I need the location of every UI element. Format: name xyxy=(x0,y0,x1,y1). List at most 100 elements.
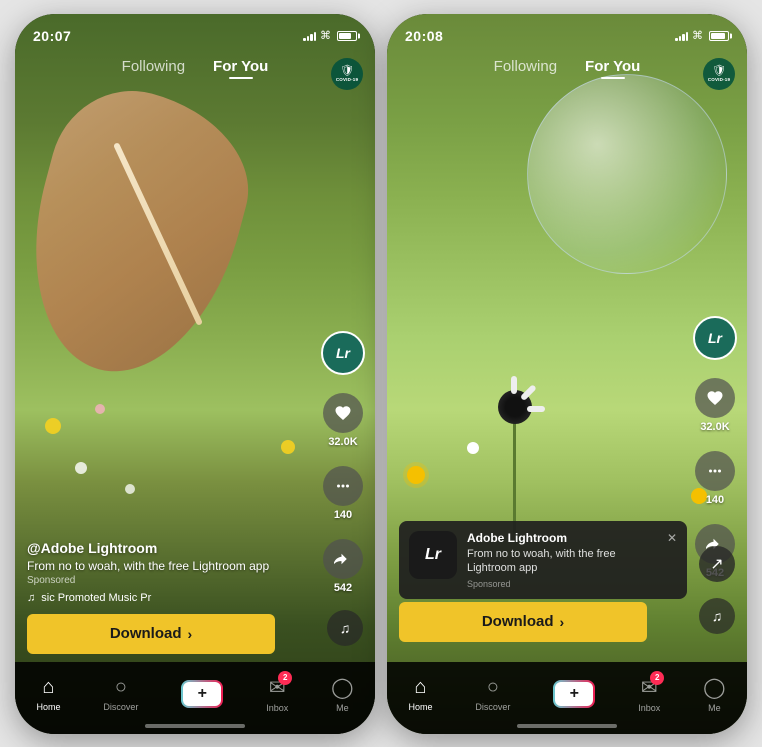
music-disc-1[interactable]: ♫ xyxy=(327,610,363,646)
tab-foryou-2[interactable]: For You xyxy=(585,58,640,75)
nav-me-2[interactable]: ◯ Me xyxy=(703,675,725,713)
signal-bar-2 xyxy=(307,36,310,41)
home-indicator-1 xyxy=(145,724,245,728)
popup-title-2: Adobe Lightroom xyxy=(467,531,657,545)
status-time-2: 20:08 xyxy=(405,28,443,44)
bottom-info-1: @Adobe Lightroom From no to woah, with t… xyxy=(27,540,315,604)
nav-tabs-2: Following For You xyxy=(387,58,747,75)
nav-create-1[interactable]: + xyxy=(181,680,223,708)
nav-discover-2[interactable]: ○ Discover xyxy=(475,676,510,712)
download-btn-text-1: Download xyxy=(110,625,182,642)
heart-icon-1 xyxy=(323,393,363,433)
shield-icon-2: 🛡 xyxy=(712,66,726,77)
nav-inbox-1[interactable]: ✉ 2 Inbox xyxy=(266,675,288,713)
covid-badge-1[interactable]: 🛡 COVID-19 xyxy=(331,58,363,90)
me-icon-2: ◯ xyxy=(703,675,725,700)
comment-button-2[interactable]: 140 xyxy=(695,451,735,506)
username-1[interactable]: @Adobe Lightroom xyxy=(27,540,315,556)
popup-content-2: Adobe Lightroom From no to woah, with th… xyxy=(467,531,657,589)
comment-icon-1 xyxy=(323,466,363,506)
action-bar-2: Lr 32.0K 140 542 xyxy=(693,316,737,579)
like-button-1[interactable]: 32.0K xyxy=(323,393,363,448)
inbox-badge-dot-1: 2 xyxy=(278,671,292,685)
nav-home-1[interactable]: ⌂ Home xyxy=(36,676,60,712)
inbox-label-1: Inbox xyxy=(266,703,288,713)
comment-button-1[interactable]: 140 xyxy=(323,466,363,521)
yellow-flower-left xyxy=(407,466,425,484)
download-button-1[interactable]: Download › xyxy=(27,614,275,654)
signal-bar-2-2 xyxy=(679,36,682,41)
phone-2: 20:08 ⌘ Following For You 🛡 CO xyxy=(387,14,747,734)
white-flower-2 xyxy=(467,442,479,454)
popup-close-button-2[interactable]: ✕ xyxy=(667,531,677,545)
inbox-badge-dot-2: 2 xyxy=(650,671,664,685)
avatar-label-1: Lr xyxy=(336,345,350,361)
phone-1: 20:07 ⌘ Following For You 🛡 CO xyxy=(15,14,375,734)
comment-count-1: 140 xyxy=(334,509,352,521)
inbox-label-2: Inbox xyxy=(638,703,660,713)
discover-label-2: Discover xyxy=(475,702,510,712)
battery-fill-2 xyxy=(711,33,725,39)
status-icons-1: ⌘ xyxy=(303,29,357,42)
petal-1 xyxy=(511,376,517,394)
covid-text-2: COVID-19 xyxy=(708,77,730,82)
nav-inbox-2[interactable]: ✉ 2 Inbox xyxy=(638,675,660,713)
home-icon-2: ⌂ xyxy=(414,676,426,699)
tab-following-1[interactable]: Following xyxy=(122,58,185,75)
discover-icon-1: ○ xyxy=(115,676,127,699)
flower-white-2 xyxy=(125,484,135,494)
nav-create-2[interactable]: + xyxy=(553,680,595,708)
music-disc-icon-1: ♫ xyxy=(340,620,351,636)
plus-icon-2: + xyxy=(570,685,579,703)
music-disc-2[interactable]: ♫ xyxy=(699,598,735,634)
nav-tabs-1: Following For You xyxy=(15,58,375,75)
popup-card-2: Lr Adobe Lightroom From no to woah, with… xyxy=(399,521,687,599)
popup-desc-2: From no to woah, with the free Lightroom… xyxy=(467,547,657,576)
discover-icon-2: ○ xyxy=(487,676,499,699)
signal-bar-2-1 xyxy=(675,38,678,41)
share-bottom-btn-2[interactable]: ↗ xyxy=(699,546,735,582)
share-button-1[interactable]: 542 xyxy=(323,539,363,594)
signal-bars-2 xyxy=(675,31,688,41)
nav-me-1[interactable]: ◯ Me xyxy=(331,675,353,713)
hand-visual xyxy=(15,72,268,394)
status-time-1: 20:07 xyxy=(33,28,71,44)
music-disc-icon-2: ♫ xyxy=(712,608,723,624)
plus-icon-1: + xyxy=(198,685,207,703)
popup-app-lr-text-2: Lr xyxy=(425,546,441,564)
flower-pink-1 xyxy=(95,404,105,414)
covid-badge-2[interactable]: 🛡 COVID-19 xyxy=(703,58,735,90)
signal-bars-1 xyxy=(303,31,316,41)
discover-label-1: Discover xyxy=(103,702,138,712)
battery-icon-1 xyxy=(337,31,357,41)
wifi-icon-2: ⌘ xyxy=(692,29,703,42)
home-indicator-2 xyxy=(517,724,617,728)
me-label-1: Me xyxy=(336,703,349,713)
like-button-2[interactable]: 32.0K xyxy=(695,378,735,433)
sponsored-tag-1: Sponsored xyxy=(27,575,315,586)
petal-3 xyxy=(527,406,545,412)
avatar-1[interactable]: Lr xyxy=(321,331,365,375)
status-icons-2: ⌘ xyxy=(675,29,729,42)
download-button-2[interactable]: Download › xyxy=(399,602,647,642)
shield-icon-1: 🛡 xyxy=(340,66,354,77)
nav-discover-1[interactable]: ○ Discover xyxy=(103,676,138,712)
status-bar-2: 20:08 ⌘ xyxy=(387,14,747,50)
avatar-2[interactable]: Lr xyxy=(693,316,737,360)
me-label-2: Me xyxy=(708,703,721,713)
tab-foryou-1[interactable]: For You xyxy=(213,58,268,75)
nav-home-2[interactable]: ⌂ Home xyxy=(408,676,432,712)
download-chevron-icon-1: › xyxy=(188,626,193,642)
status-bar-1: 20:07 ⌘ xyxy=(15,14,375,50)
like-count-1: 32.0K xyxy=(328,436,357,448)
flower-yellow-2 xyxy=(281,440,295,454)
plus-btn-2[interactable]: + xyxy=(553,680,595,708)
home-label-1: Home xyxy=(36,702,60,712)
covid-text-1: COVID-19 xyxy=(336,77,358,82)
download-btn-text-2: Download xyxy=(482,613,554,630)
plus-btn-1[interactable]: + xyxy=(181,680,223,708)
tab-following-2[interactable]: Following xyxy=(494,58,557,75)
home-icon-1: ⌂ xyxy=(42,676,54,699)
description-1: From no to woah, with the free Lightroom… xyxy=(27,559,315,573)
signal-bar-1 xyxy=(303,38,306,41)
